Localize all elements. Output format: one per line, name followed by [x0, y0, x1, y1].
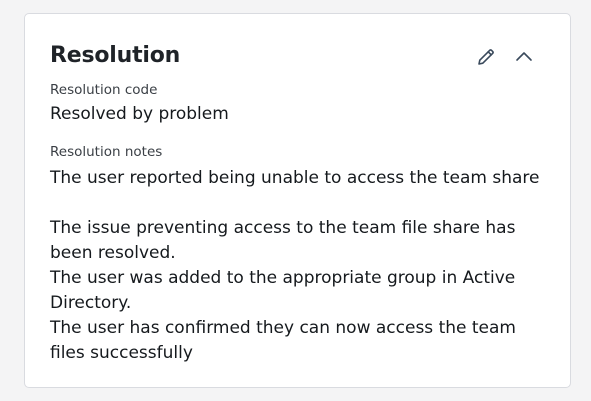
- pencil-icon: [478, 49, 494, 65]
- edit-button[interactable]: [473, 44, 499, 70]
- resolution-code-label: Resolution code: [50, 82, 158, 98]
- resolution-notes-label: Resolution notes: [50, 144, 163, 160]
- card-title: Resolution: [50, 43, 181, 68]
- card-header: Resolution: [50, 40, 545, 76]
- resolution-notes-value: The user reported being unable to access…: [50, 168, 540, 363]
- resolution-card: Resolution Resolution code Resolved by p…: [24, 13, 571, 388]
- chevron-up-icon: [516, 52, 532, 61]
- resolution-code-value: Resolved by problem: [50, 104, 229, 124]
- collapse-button[interactable]: [511, 44, 537, 70]
